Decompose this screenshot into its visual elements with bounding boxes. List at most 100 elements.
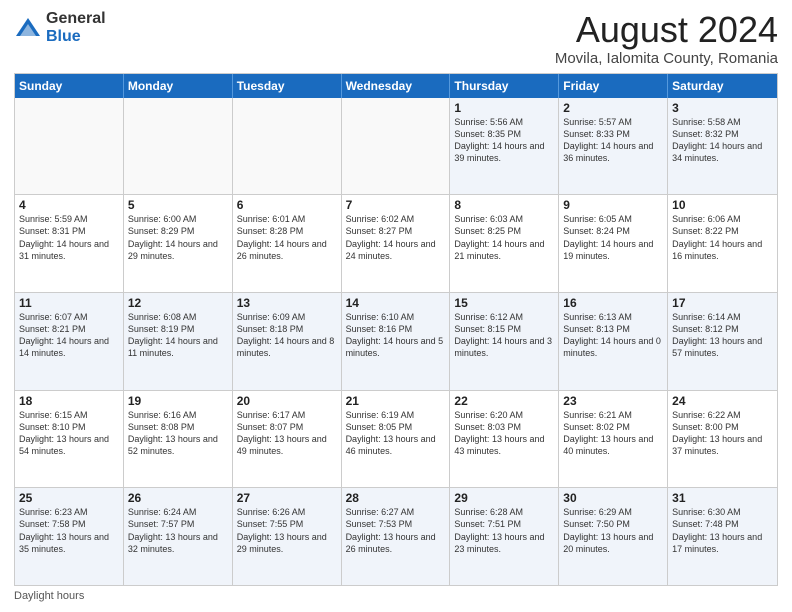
day-info: Sunrise: 6:29 AM Sunset: 7:50 PM Dayligh… [563, 506, 663, 555]
day-info: Sunrise: 6:02 AM Sunset: 8:27 PM Dayligh… [346, 213, 446, 262]
day-number: 21 [346, 394, 446, 408]
calendar-row: 11Sunrise: 6:07 AM Sunset: 8:21 PM Dayli… [15, 293, 777, 391]
day-number: 8 [454, 198, 554, 212]
day-number: 29 [454, 491, 554, 505]
day-cell: 26Sunrise: 6:24 AM Sunset: 7:57 PM Dayli… [124, 488, 233, 585]
day-info: Sunrise: 6:01 AM Sunset: 8:28 PM Dayligh… [237, 213, 337, 262]
day-number: 11 [19, 296, 119, 310]
day-info: Sunrise: 6:27 AM Sunset: 7:53 PM Dayligh… [346, 506, 446, 555]
day-info: Sunrise: 6:03 AM Sunset: 8:25 PM Dayligh… [454, 213, 554, 262]
day-cell: 18Sunrise: 6:15 AM Sunset: 8:10 PM Dayli… [15, 391, 124, 488]
day-number: 10 [672, 198, 773, 212]
day-info: Sunrise: 5:56 AM Sunset: 8:35 PM Dayligh… [454, 116, 554, 165]
day-cell: 3Sunrise: 5:58 AM Sunset: 8:32 PM Daylig… [668, 98, 777, 195]
day-number: 22 [454, 394, 554, 408]
day-number: 19 [128, 394, 228, 408]
day-info: Sunrise: 6:10 AM Sunset: 8:16 PM Dayligh… [346, 311, 446, 360]
day-info: Sunrise: 6:14 AM Sunset: 8:12 PM Dayligh… [672, 311, 773, 360]
day-number: 24 [672, 394, 773, 408]
footer: Daylight hours [14, 590, 778, 602]
day-info: Sunrise: 6:13 AM Sunset: 8:13 PM Dayligh… [563, 311, 663, 360]
day-info: Sunrise: 6:28 AM Sunset: 7:51 PM Dayligh… [454, 506, 554, 555]
calendar-row: 4Sunrise: 5:59 AM Sunset: 8:31 PM Daylig… [15, 195, 777, 293]
day-info: Sunrise: 6:07 AM Sunset: 8:21 PM Dayligh… [19, 311, 119, 360]
day-cell: 6Sunrise: 6:01 AM Sunset: 8:28 PM Daylig… [233, 195, 342, 292]
day-number: 17 [672, 296, 773, 310]
day-info: Sunrise: 6:16 AM Sunset: 8:08 PM Dayligh… [128, 409, 228, 458]
day-number: 30 [563, 491, 663, 505]
header-day: Tuesday [233, 74, 342, 98]
day-number: 31 [672, 491, 773, 505]
day-number: 2 [563, 101, 663, 115]
empty-cell [342, 98, 451, 195]
day-info: Sunrise: 5:57 AM Sunset: 8:33 PM Dayligh… [563, 116, 663, 165]
header-day: Sunday [15, 74, 124, 98]
day-cell: 5Sunrise: 6:00 AM Sunset: 8:29 PM Daylig… [124, 195, 233, 292]
day-number: 20 [237, 394, 337, 408]
empty-cell [233, 98, 342, 195]
header-day: Thursday [450, 74, 559, 98]
day-cell: 13Sunrise: 6:09 AM Sunset: 8:18 PM Dayli… [233, 293, 342, 390]
day-number: 13 [237, 296, 337, 310]
day-cell: 19Sunrise: 6:16 AM Sunset: 8:08 PM Dayli… [124, 391, 233, 488]
day-info: Sunrise: 5:58 AM Sunset: 8:32 PM Dayligh… [672, 116, 773, 165]
day-info: Sunrise: 6:15 AM Sunset: 8:10 PM Dayligh… [19, 409, 119, 458]
day-info: Sunrise: 5:59 AM Sunset: 8:31 PM Dayligh… [19, 213, 119, 262]
subtitle: Movila, Ialomita County, Romania [555, 50, 778, 67]
day-info: Sunrise: 6:06 AM Sunset: 8:22 PM Dayligh… [672, 213, 773, 262]
day-info: Sunrise: 6:05 AM Sunset: 8:24 PM Dayligh… [563, 213, 663, 262]
day-cell: 10Sunrise: 6:06 AM Sunset: 8:22 PM Dayli… [668, 195, 777, 292]
day-cell: 30Sunrise: 6:29 AM Sunset: 7:50 PM Dayli… [559, 488, 668, 585]
day-number: 28 [346, 491, 446, 505]
footer-label: Daylight hours [14, 590, 84, 602]
logo-icon [14, 14, 42, 42]
day-cell: 9Sunrise: 6:05 AM Sunset: 8:24 PM Daylig… [559, 195, 668, 292]
calendar-row: 1Sunrise: 5:56 AM Sunset: 8:35 PM Daylig… [15, 98, 777, 196]
day-number: 27 [237, 491, 337, 505]
day-cell: 8Sunrise: 6:03 AM Sunset: 8:25 PM Daylig… [450, 195, 559, 292]
calendar-row: 25Sunrise: 6:23 AM Sunset: 7:58 PM Dayli… [15, 488, 777, 585]
day-number: 23 [563, 394, 663, 408]
logo-blue: Blue [46, 28, 106, 46]
day-info: Sunrise: 6:21 AM Sunset: 8:02 PM Dayligh… [563, 409, 663, 458]
logo-general: General [46, 10, 106, 28]
day-cell: 31Sunrise: 6:30 AM Sunset: 7:48 PM Dayli… [668, 488, 777, 585]
day-number: 25 [19, 491, 119, 505]
title-block: August 2024 Movila, Ialomita County, Rom… [555, 10, 778, 67]
day-info: Sunrise: 6:23 AM Sunset: 7:58 PM Dayligh… [19, 506, 119, 555]
empty-cell [15, 98, 124, 195]
day-cell: 23Sunrise: 6:21 AM Sunset: 8:02 PM Dayli… [559, 391, 668, 488]
day-cell: 2Sunrise: 5:57 AM Sunset: 8:33 PM Daylig… [559, 98, 668, 195]
day-cell: 24Sunrise: 6:22 AM Sunset: 8:00 PM Dayli… [668, 391, 777, 488]
day-info: Sunrise: 6:08 AM Sunset: 8:19 PM Dayligh… [128, 311, 228, 360]
day-cell: 20Sunrise: 6:17 AM Sunset: 8:07 PM Dayli… [233, 391, 342, 488]
empty-cell [124, 98, 233, 195]
day-info: Sunrise: 6:22 AM Sunset: 8:00 PM Dayligh… [672, 409, 773, 458]
day-cell: 17Sunrise: 6:14 AM Sunset: 8:12 PM Dayli… [668, 293, 777, 390]
day-number: 18 [19, 394, 119, 408]
day-number: 6 [237, 198, 337, 212]
day-cell: 12Sunrise: 6:08 AM Sunset: 8:19 PM Dayli… [124, 293, 233, 390]
day-info: Sunrise: 6:24 AM Sunset: 7:57 PM Dayligh… [128, 506, 228, 555]
day-cell: 7Sunrise: 6:02 AM Sunset: 8:27 PM Daylig… [342, 195, 451, 292]
day-number: 7 [346, 198, 446, 212]
day-number: 1 [454, 101, 554, 115]
day-cell: 22Sunrise: 6:20 AM Sunset: 8:03 PM Dayli… [450, 391, 559, 488]
calendar-body: 1Sunrise: 5:56 AM Sunset: 8:35 PM Daylig… [15, 98, 777, 585]
header-day: Wednesday [342, 74, 451, 98]
day-info: Sunrise: 6:20 AM Sunset: 8:03 PM Dayligh… [454, 409, 554, 458]
day-number: 5 [128, 198, 228, 212]
day-info: Sunrise: 6:30 AM Sunset: 7:48 PM Dayligh… [672, 506, 773, 555]
day-cell: 11Sunrise: 6:07 AM Sunset: 8:21 PM Dayli… [15, 293, 124, 390]
calendar: SundayMondayTuesdayWednesdayThursdayFrid… [14, 73, 778, 586]
day-cell: 16Sunrise: 6:13 AM Sunset: 8:13 PM Dayli… [559, 293, 668, 390]
day-cell: 25Sunrise: 6:23 AM Sunset: 7:58 PM Dayli… [15, 488, 124, 585]
day-number: 12 [128, 296, 228, 310]
day-number: 14 [346, 296, 446, 310]
logo: General Blue [14, 10, 106, 45]
day-info: Sunrise: 6:19 AM Sunset: 8:05 PM Dayligh… [346, 409, 446, 458]
day-cell: 28Sunrise: 6:27 AM Sunset: 7:53 PM Dayli… [342, 488, 451, 585]
calendar-header: SundayMondayTuesdayWednesdayThursdayFrid… [15, 74, 777, 98]
day-number: 9 [563, 198, 663, 212]
day-number: 26 [128, 491, 228, 505]
